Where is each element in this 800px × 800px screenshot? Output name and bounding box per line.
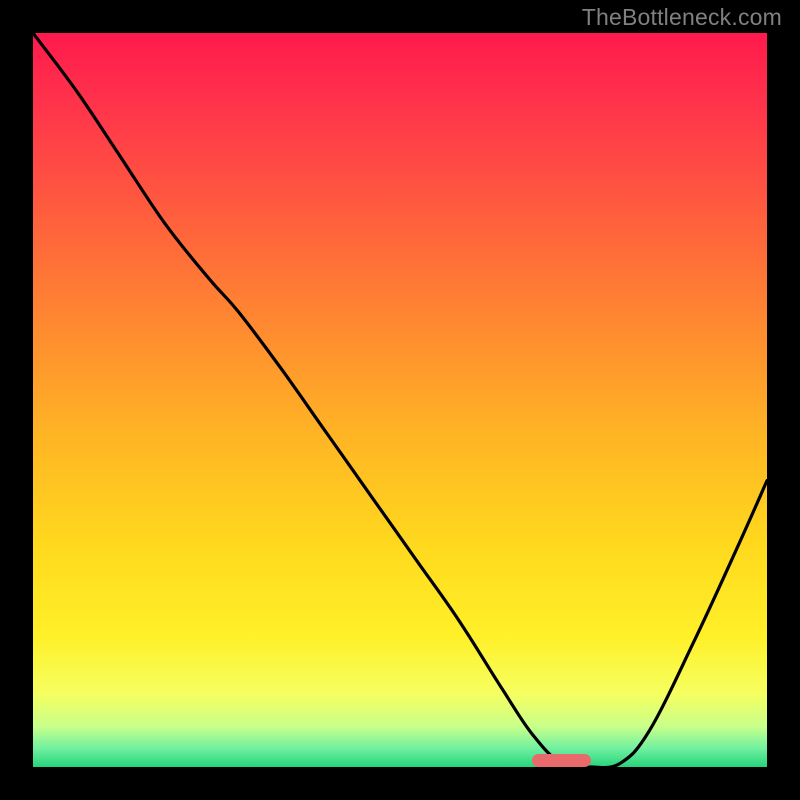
- background-gradient: [33, 33, 767, 767]
- watermark-text: TheBottleneck.com: [582, 4, 782, 31]
- chart-frame: TheBottleneck.com: [0, 0, 800, 800]
- optimum-marker: [532, 754, 591, 767]
- plot-area: [33, 33, 767, 767]
